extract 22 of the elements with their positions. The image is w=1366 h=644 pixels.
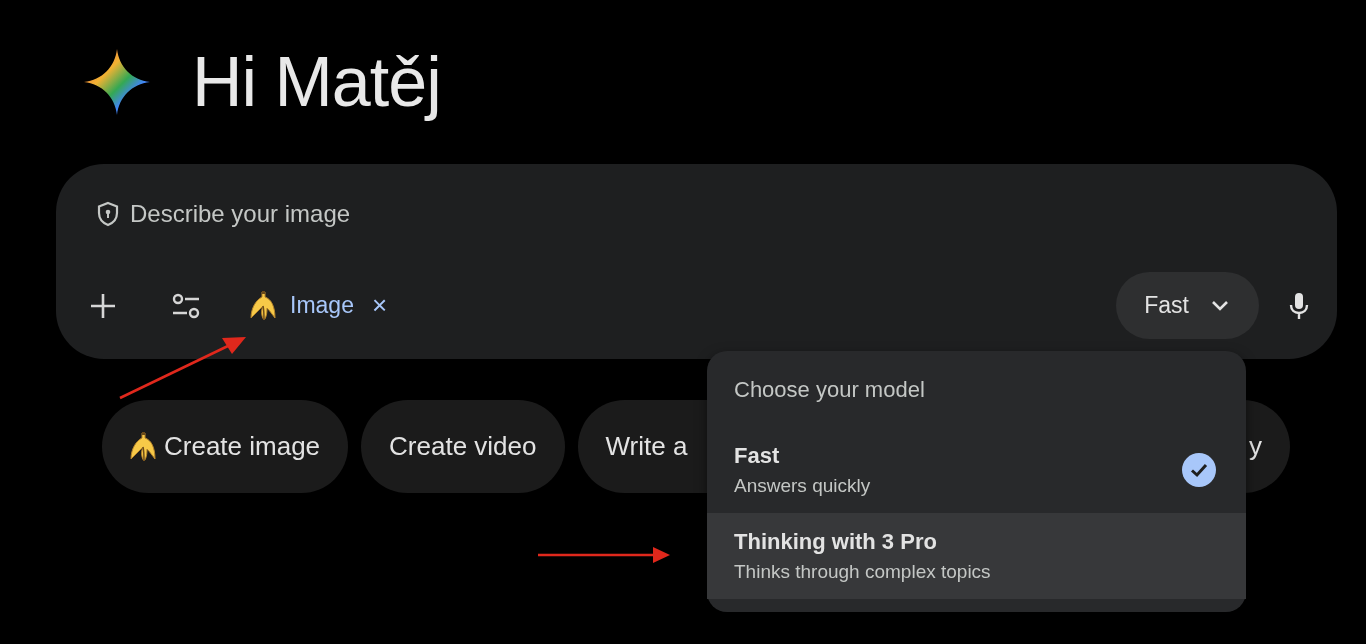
check-circle-icon [1182, 453, 1216, 487]
image-tool-chip[interactable]: Image [248, 289, 354, 322]
model-dropdown[interactable]: Fast [1116, 272, 1259, 339]
menu-title: Choose your model [734, 377, 925, 403]
sparkle-logo-icon [84, 49, 150, 115]
model-option[interactable]: Thinking with 3 Pro Thinks through complex topics [707, 513, 1246, 599]
option-description: Thinks through complex topics [734, 561, 991, 583]
option-name: Fast [734, 443, 780, 469]
banana-icon [128, 430, 158, 463]
banana-icon [248, 289, 278, 322]
prompt-input[interactable]: Describe your image [130, 200, 730, 228]
model-option[interactable]: Fast Answers quickly [707, 427, 1246, 513]
sliders-icon [172, 292, 200, 319]
shield-icon [96, 201, 120, 227]
plus-icon [90, 292, 116, 319]
suggestion-chip[interactable]: Create video [361, 400, 565, 493]
remove-tool-button[interactable]: × [371, 290, 388, 321]
microphone-icon [1289, 291, 1309, 320]
suggestion-chip[interactable]: Create image [102, 400, 349, 493]
option-description: Answers quickly [734, 475, 871, 497]
option-name: Thinking with 3 Pro [734, 529, 937, 555]
chevron-down-icon [1211, 299, 1229, 312]
